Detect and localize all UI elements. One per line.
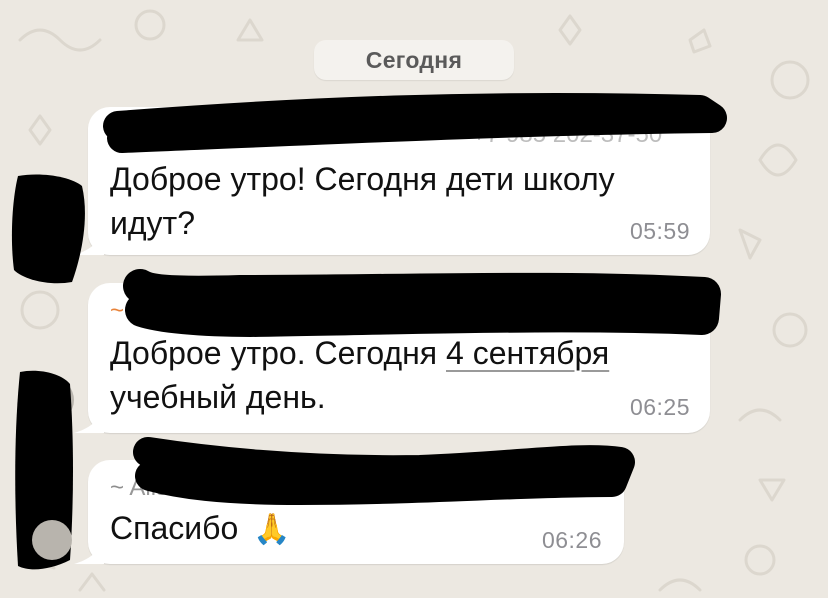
sender-phone: +7 985 202-37-50 [472,121,663,148]
sender-name: Alisher Mavlonov [129,474,313,501]
message-text-line: Спасибо 🙏 [110,506,290,552]
sender-tilde: ~ [110,474,125,501]
date-link[interactable]: 4 сентября [446,335,609,371]
message-text-line: Доброе утро. Сегодня 4 сентября [110,331,609,375]
sender-header[interactable]: ~ Alisher Mavlonov +7 985 202-37-50 [110,121,662,149]
bubble-tail-icon [74,407,104,433]
message-text-line: учебный день. [110,379,326,415]
message-text-line: идут? [110,205,195,241]
sender-name: Alisher Mavlonov [129,121,313,148]
sender-tilde: ~ [110,121,125,148]
message-time: 05:59 [629,218,690,244]
sender-header[interactable]: ~ NataKomarova +7 926 801-07-08 [110,297,662,325]
sender-tilde: ~ [110,297,125,324]
message-text: Спасибо [110,510,239,546]
sender-name: NataKomarova [130,297,291,324]
date-separator-chip: Сегодня [314,40,514,80]
sender-phone: +7 926 801-07-08 [472,297,663,324]
bubble-tail-icon [74,229,104,255]
message-time: 06:25 [629,394,690,420]
bubble-tail-icon [74,538,104,564]
sender-phone: +7 985 202-37-50 [386,474,577,501]
sender-header[interactable]: ~ Alisher Mavlonov +7 985 202-37-50 [110,474,576,502]
message-bubble-3[interactable]: ~ Alisher Mavlonov +7 985 202-37-50 Спас… [74,460,624,564]
message-time: 06:26 [541,527,602,553]
praying-hands-emoji: 🙏 [253,513,291,546]
message-text: Доброе утро. Сегодня [110,335,446,371]
message-text-line: Доброе утро! Сегодня дети школу [110,161,615,197]
message-bubble-2[interactable]: ~ NataKomarova +7 926 801-07-08 Доброе у… [74,283,710,433]
message-bubble-1[interactable]: ~ Alisher Mavlonov +7 985 202-37-50 Добр… [74,107,710,255]
